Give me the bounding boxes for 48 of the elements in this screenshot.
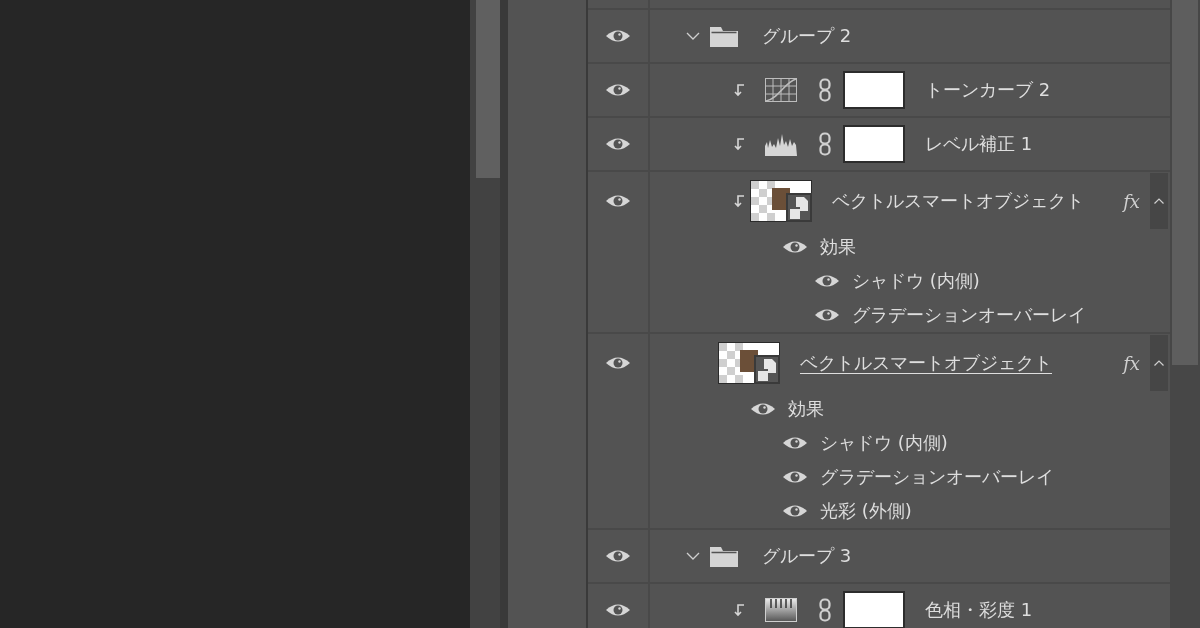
eye-icon[interactable] bbox=[605, 602, 631, 618]
layer-name[interactable]: グループ 2 bbox=[762, 24, 852, 48]
eye-icon[interactable] bbox=[782, 239, 808, 255]
layer-name[interactable]: レベル補正 1 bbox=[925, 132, 1033, 156]
effects-toggle[interactable] bbox=[1150, 173, 1168, 229]
curves-icon bbox=[765, 78, 797, 102]
layer-name[interactable]: トーンカーブ 2 bbox=[925, 78, 1051, 102]
eye-icon[interactable] bbox=[814, 273, 840, 289]
hue-saturation-icon bbox=[765, 598, 797, 622]
chevron-icon[interactable] bbox=[686, 551, 700, 561]
chevron-icon bbox=[1154, 360, 1164, 366]
layer-name[interactable]: グループ 3 bbox=[762, 544, 852, 568]
layer-mask-thumbnail[interactable] bbox=[843, 125, 905, 163]
scrollbar[interactable] bbox=[470, 0, 500, 628]
layer-mask-thumbnail[interactable] bbox=[843, 71, 905, 109]
layer-name[interactable]: 色相・彩度 1 bbox=[925, 598, 1033, 622]
effects-toggle[interactable] bbox=[1150, 335, 1168, 391]
scroll-thumb[interactable] bbox=[476, 0, 500, 178]
eye-icon[interactable] bbox=[605, 193, 631, 209]
eye-icon[interactable] bbox=[605, 82, 631, 98]
eye-icon[interactable] bbox=[605, 548, 631, 564]
eye-icon[interactable] bbox=[814, 307, 840, 323]
link-icon[interactable] bbox=[819, 132, 831, 156]
effect-name[interactable]: グラデーションオーバーレイ bbox=[820, 465, 1054, 489]
effects-label[interactable]: 効果 bbox=[788, 397, 824, 421]
layer-mask-thumbnail[interactable] bbox=[843, 591, 905, 628]
folder-icon bbox=[710, 545, 738, 567]
link-icon[interactable] bbox=[819, 598, 831, 622]
eye-icon[interactable] bbox=[605, 355, 631, 371]
layer-name[interactable]: ベクトルスマートオブジェクト bbox=[832, 189, 1084, 213]
eye-icon[interactable] bbox=[782, 435, 808, 451]
link-icon[interactable] bbox=[819, 78, 831, 102]
effects-indicator: fx bbox=[1123, 352, 1140, 374]
chevron-icon bbox=[1154, 198, 1164, 204]
eye-icon[interactable] bbox=[750, 401, 776, 417]
effect-name[interactable]: シャドウ (内側) bbox=[820, 431, 948, 455]
effects-label[interactable]: 効果 bbox=[820, 235, 856, 259]
eye-icon[interactable] bbox=[605, 136, 631, 152]
eye-icon[interactable] bbox=[605, 28, 631, 44]
eye-icon[interactable] bbox=[782, 469, 808, 485]
layer-name[interactable]: ベクトルスマートオブジェクト bbox=[800, 351, 1052, 375]
effect-name[interactable]: 光彩 (外側) bbox=[820, 499, 912, 523]
folder-icon bbox=[710, 25, 738, 47]
effect-name[interactable]: グラデーションオーバーレイ bbox=[852, 303, 1086, 327]
chevron-icon[interactable] bbox=[686, 31, 700, 41]
effect-name[interactable]: シャドウ (内側) bbox=[852, 269, 980, 293]
effects-indicator: fx bbox=[1123, 190, 1140, 212]
eye-icon[interactable] bbox=[782, 503, 808, 519]
